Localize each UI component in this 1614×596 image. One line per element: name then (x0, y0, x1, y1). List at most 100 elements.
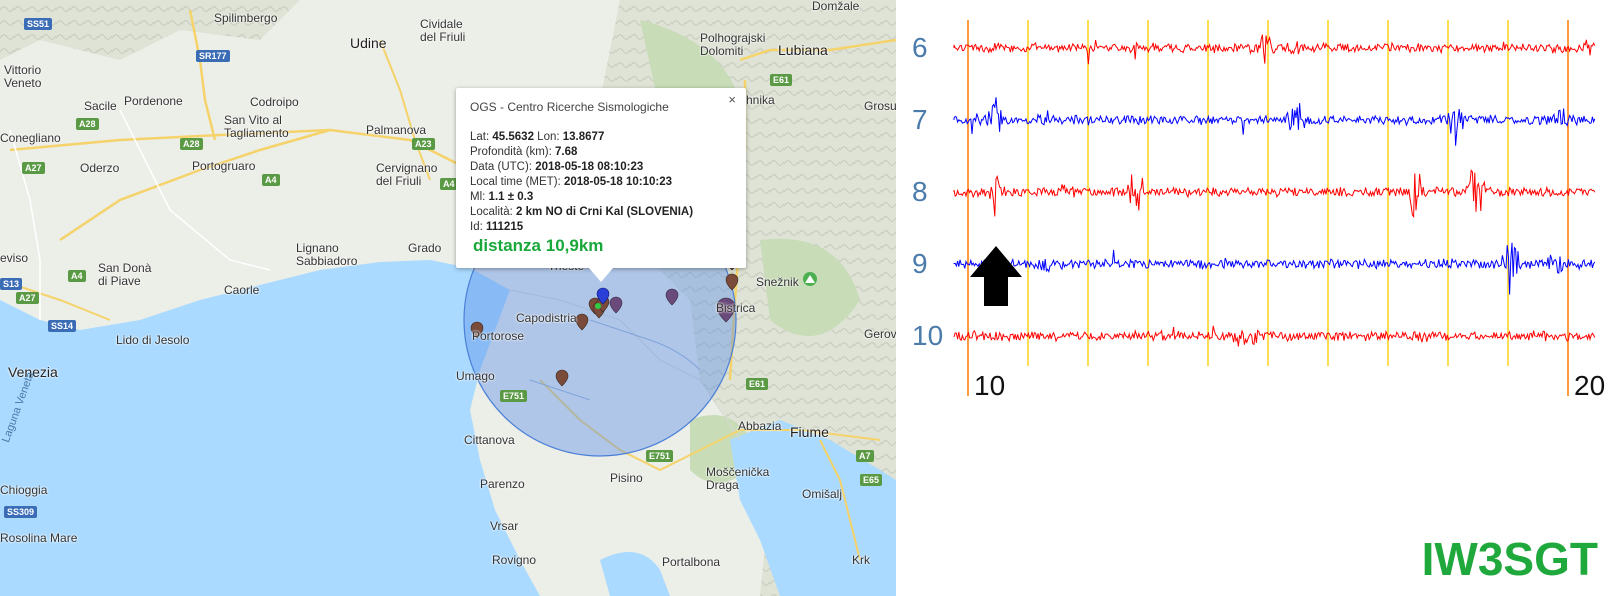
hour-label: 6 (912, 32, 928, 63)
local-time-row: Local time (MET): 2018-05-18 10:10:23 (470, 176, 673, 188)
place-label: Caorle (224, 283, 260, 297)
place-label: Sacile (84, 99, 117, 113)
longitude-value: 13.8677 (562, 131, 605, 143)
place-label: Moščenička Draga (706, 465, 770, 492)
place-label: Portalbona (662, 555, 721, 569)
place-label: Grosu (864, 99, 896, 113)
seismogram-panel: 6 7 8 9 10 10 20 IW3SGT (896, 0, 1614, 596)
place-label: Abbazia (738, 419, 782, 433)
place-label: Rosolina Mare (0, 531, 78, 545)
place-label: Umago (456, 369, 495, 383)
place-label: Capodistria (516, 311, 577, 325)
place-label: Rovigno (492, 553, 537, 567)
close-icon[interactable]: × (728, 92, 736, 107)
event-marker (575, 313, 589, 331)
place-label: eviso (0, 251, 29, 265)
place-label: Udine (350, 35, 387, 51)
popup-details: Lat: 45.5632 Lon: 13.8677 Profondità (km… (470, 130, 693, 235)
event-id-value: 111215 (486, 221, 524, 233)
place-label: hnika (746, 93, 775, 107)
place-label: Bistrica (716, 301, 756, 315)
distance-label: distanza 10,9km (473, 236, 604, 255)
local-time-value: 2018-05-18 10:10:23 (563, 176, 673, 188)
road-shield: E751 (500, 390, 528, 402)
event-info-popup: × OGS - Centro Ricerche Sismologiche Lat… (456, 88, 746, 282)
place-label: Polhograjski Dolomiti (700, 31, 766, 58)
callsign-label: IW3SGT (1421, 533, 1598, 585)
utc-date-value: 2018-05-18 08:10:23 (535, 161, 644, 173)
id-row: Id: 111215 (470, 221, 524, 233)
place-label: Oderzo (80, 161, 120, 175)
depth-value: 7.68 (555, 146, 578, 158)
location-value: 2 km NO di Crni Kal (SLOVENIA) (516, 206, 694, 218)
road-shield: A28 (76, 118, 99, 130)
road-shield: A4 (262, 174, 280, 186)
road-shield: A7 (856, 450, 874, 462)
minute-end-label: 20 (1574, 370, 1606, 401)
place-label: Fiume (790, 424, 829, 440)
hour-label: 8 (912, 176, 928, 207)
popup-title: OGS - Centro Ricerche Sismologiche (470, 100, 669, 114)
utc-date-row: Data (UTC): 2018-05-18 08:10:23 (470, 161, 644, 173)
place-label: Pordenone (124, 94, 183, 108)
road-shield: A27 (16, 292, 39, 304)
road-shield: SS51 (24, 18, 53, 30)
seismic-trace (953, 97, 1596, 146)
up-arrow-icon (970, 246, 1022, 306)
map-panel[interactable]: Domžale Spilimbergo Cividale del Friuli … (0, 0, 896, 596)
place-label: Spilimbergo (214, 11, 278, 25)
road-shield: E751 (646, 450, 674, 462)
place-label: Domžale (812, 0, 860, 13)
place-label: Lido di Jesolo (116, 333, 190, 347)
road-shield: SS309 (4, 506, 38, 518)
place-label: Grado (408, 241, 442, 255)
place-label: Conegliano (0, 131, 61, 145)
place-label: Lubiana (778, 42, 828, 58)
road-shield: A28 (180, 138, 203, 150)
location-row: Località: 2 km NO di Crni Kal (SLOVENIA) (470, 206, 694, 218)
magnitude-row: Ml: 1.1 ± 0.3 (470, 191, 534, 203)
place-label: Cervignano del Friuli (376, 161, 438, 188)
latitude-value: 45.5632 (492, 131, 534, 143)
place-label: Vrsar (490, 519, 519, 533)
place-label: Vittorio Veneto (4, 63, 42, 90)
road-shield: SR177 (196, 50, 230, 62)
place-label: Krk (852, 553, 870, 567)
popup-pointer (589, 268, 613, 282)
road-shield: A27 (22, 162, 45, 174)
place-label: Lignano Sabbiadoro (296, 241, 358, 268)
road-shield: E65 (860, 474, 883, 486)
event-marker (725, 273, 739, 291)
road-shield: A23 (412, 138, 435, 150)
road-shield: SS14 (48, 320, 77, 332)
event-marker (555, 369, 569, 387)
place-label: Pisino (610, 471, 643, 485)
event-markers (470, 253, 817, 387)
seismic-trace (953, 242, 1596, 295)
hour-label: 9 (912, 248, 928, 279)
event-marker (665, 288, 679, 306)
seismogram-traces (953, 20, 1596, 396)
road-shield: A4 (440, 178, 458, 190)
place-label: Chioggia (0, 483, 48, 497)
place-label: San Vito al Tagliamento (224, 113, 289, 140)
road-shield: E61 (770, 74, 793, 86)
place-label: San Donà di Piave (98, 261, 152, 288)
event-marker (609, 296, 623, 314)
seismic-trace (953, 169, 1596, 219)
place-label: Cittanova (464, 433, 515, 447)
place-label: Gerovo (864, 327, 896, 341)
road-shield: S13 (0, 278, 23, 290)
place-label: Codroipo (250, 95, 299, 109)
place-label: Cividale del Friuli (420, 17, 466, 44)
place-label: Portogruaro (192, 159, 256, 173)
place-label: Snežnik (756, 275, 799, 289)
place-label: Portorose (472, 329, 525, 343)
place-label: Parenzo (480, 477, 525, 491)
hour-label: 10 (912, 320, 944, 351)
road-shield: E61 (746, 378, 769, 390)
seismic-trace (953, 34, 1596, 65)
magnitude-value: 1.1 ± 0.3 (488, 191, 534, 203)
depth-row: Profondità (km): 7.68 (470, 146, 578, 158)
seismic-trace (953, 325, 1596, 347)
